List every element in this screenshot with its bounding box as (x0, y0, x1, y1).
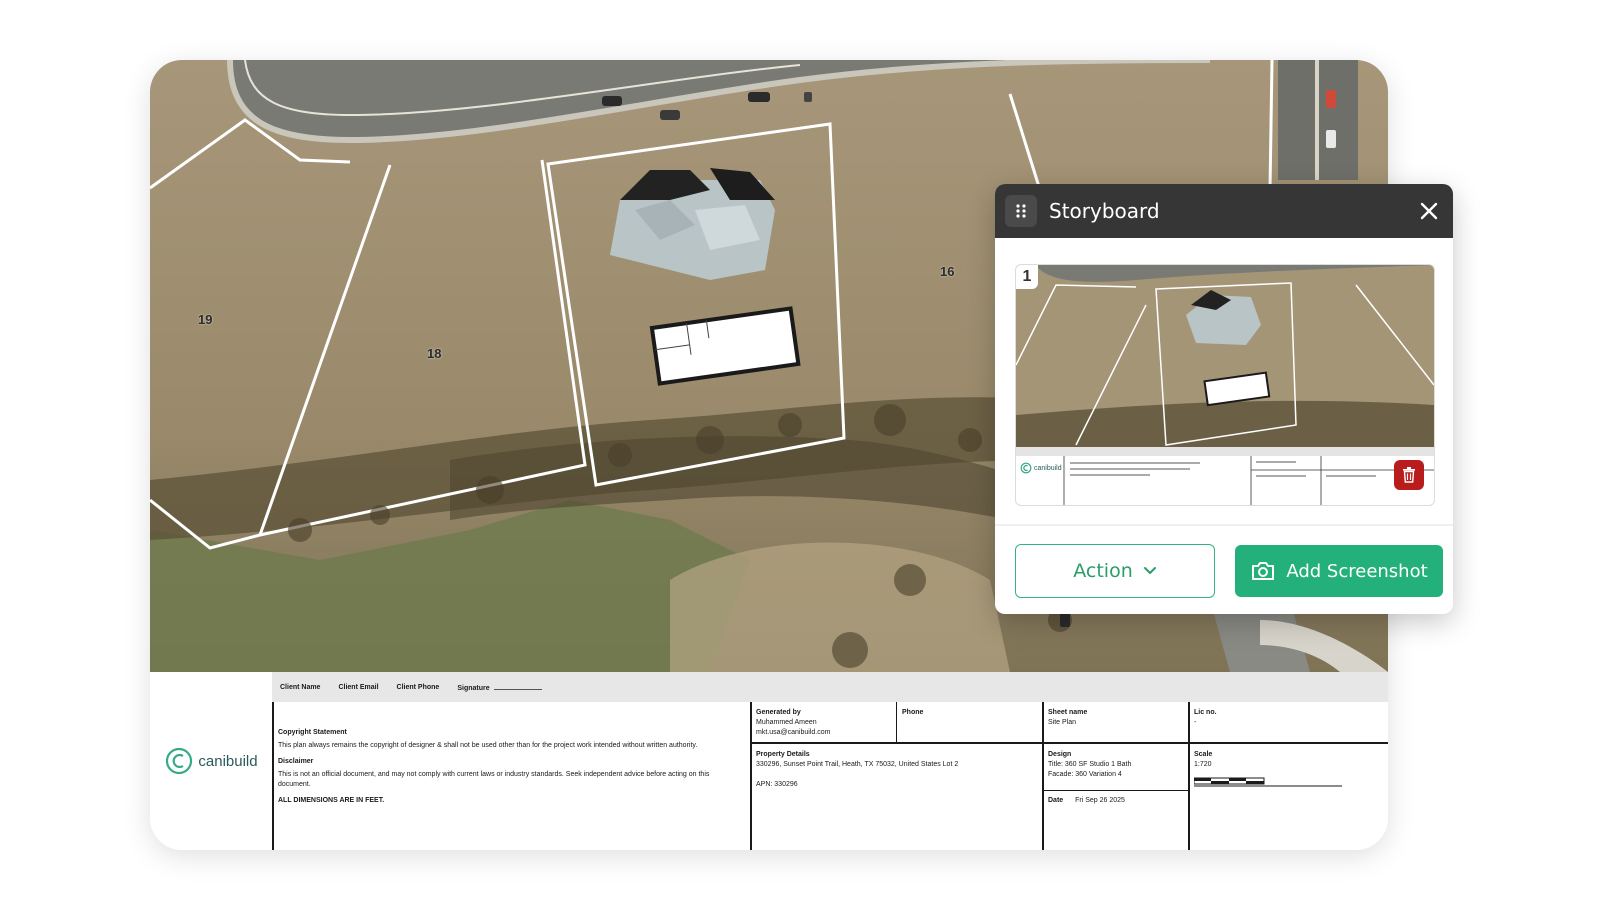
signature-label: Signature (457, 684, 490, 692)
scale-value: 1:720 (1194, 761, 1212, 768)
slide-thumb-brand: canibuild (1034, 464, 1062, 472)
design-label: Design (1048, 751, 1072, 758)
title-block-logo: canibuild (150, 672, 274, 850)
storyboard-panel[interactable]: Storyboard 1 canibuild Action Add Screen… (995, 184, 1453, 614)
disclaimer-heading: Disclaimer (278, 758, 314, 765)
design-facade: Facade: 360 Variation 4 (1048, 771, 1122, 778)
storyboard-header[interactable]: Storyboard (995, 184, 1453, 238)
sheet-name-label: Sheet name (1048, 709, 1088, 716)
action-dropdown-button[interactable]: Action (1015, 544, 1215, 598)
storyboard-slide-thumbnail[interactable]: 1 canibuild (1015, 264, 1435, 506)
chevron-down-icon (1143, 567, 1156, 574)
copyright-text: This plan always remains the copyright o… (278, 742, 698, 749)
delete-slide-button[interactable] (1394, 460, 1424, 490)
lot-label-16: 16 (940, 264, 955, 279)
slide-preview-graphic (1016, 265, 1434, 505)
title-block: canibuild Client Name Client Email Clien… (150, 672, 1388, 850)
canibuild-logo-icon (1020, 462, 1032, 474)
close-icon[interactable] (1415, 197, 1443, 225)
lic-cell: Lic no. - (1194, 708, 1217, 728)
client-phone-label: Client Phone (396, 683, 440, 691)
date-cell: Date Fri Sep 26 2025 (1048, 796, 1125, 806)
property-address: 330296, Sunset Point Trail, Heath, TX 75… (756, 761, 959, 768)
generated-by-cell: Generated by Muhammed Ameen mkt.usa@cani… (756, 708, 830, 738)
phone-label: Phone (902, 709, 924, 716)
generated-by-label: Generated by (756, 709, 801, 716)
property-details-cell: Property Details 330296, Sunset Point Tr… (756, 750, 958, 790)
slide-thumb-logo: canibuild (1020, 462, 1062, 474)
phone-cell: Phone (902, 708, 923, 718)
panel-divider (995, 524, 1453, 526)
grid-line (1188, 702, 1190, 850)
title-block-brand: canibuild (198, 752, 258, 770)
design-cell: Design Title: 360 SF Studio 1 Bath Facad… (1048, 750, 1131, 780)
client-header-row: Client Name Client Email Client Phone Si… (272, 672, 1388, 702)
date-value: Fri Sep 26 2025 (1075, 797, 1125, 804)
canibuild-logo-icon (166, 747, 193, 775)
statements-section: Copyright Statement This plan always rem… (278, 722, 728, 809)
slide-number: 1 (1016, 265, 1038, 289)
storyboard-title: Storyboard (1049, 199, 1160, 223)
sheet-name-cell: Sheet name Site Plan (1048, 708, 1087, 728)
lot-label-18: 18 (427, 346, 442, 361)
scale-cell: Scale 1:720 (1194, 750, 1212, 770)
grid-line (896, 702, 897, 742)
grid-line (750, 742, 1388, 744)
scale-label: Scale (1194, 751, 1213, 758)
grid-line (750, 702, 752, 850)
dimensions-note: ALL DIMENSIONS ARE IN FEET. (278, 797, 385, 804)
grid-line (1042, 790, 1188, 791)
signature-line (493, 683, 542, 690)
trash-icon (1403, 467, 1415, 483)
client-name-label: Client Name (280, 683, 321, 691)
lic-label: Lic no. (1194, 709, 1217, 716)
scale-bar-graphic (1194, 777, 1342, 787)
camera-icon (1252, 562, 1275, 580)
generated-by-email: mkt.usa@canibuild.com (756, 729, 831, 736)
property-apn: APN: 330296 (756, 781, 798, 788)
add-screenshot-label: Add Screenshot (1286, 560, 1428, 582)
action-label: Action (1073, 560, 1133, 582)
disclaimer-text: This is not an official document, and ma… (278, 771, 710, 788)
date-label: Date (1048, 797, 1064, 804)
design-title: Title: 360 SF Studio 1 Bath (1048, 761, 1132, 768)
lot-label-19: 19 (198, 312, 213, 327)
grid-line (1042, 702, 1044, 850)
lic-value: - (1194, 719, 1197, 726)
property-label: Property Details (756, 751, 810, 758)
generated-by-name: Muhammed Ameen (756, 719, 817, 726)
client-email-label: Client Email (338, 683, 379, 691)
sheet-name-value: Site Plan (1048, 719, 1077, 726)
add-screenshot-button[interactable]: Add Screenshot (1235, 545, 1443, 597)
drag-handle-icon[interactable] (1005, 195, 1037, 227)
copyright-heading: Copyright Statement (278, 729, 347, 736)
